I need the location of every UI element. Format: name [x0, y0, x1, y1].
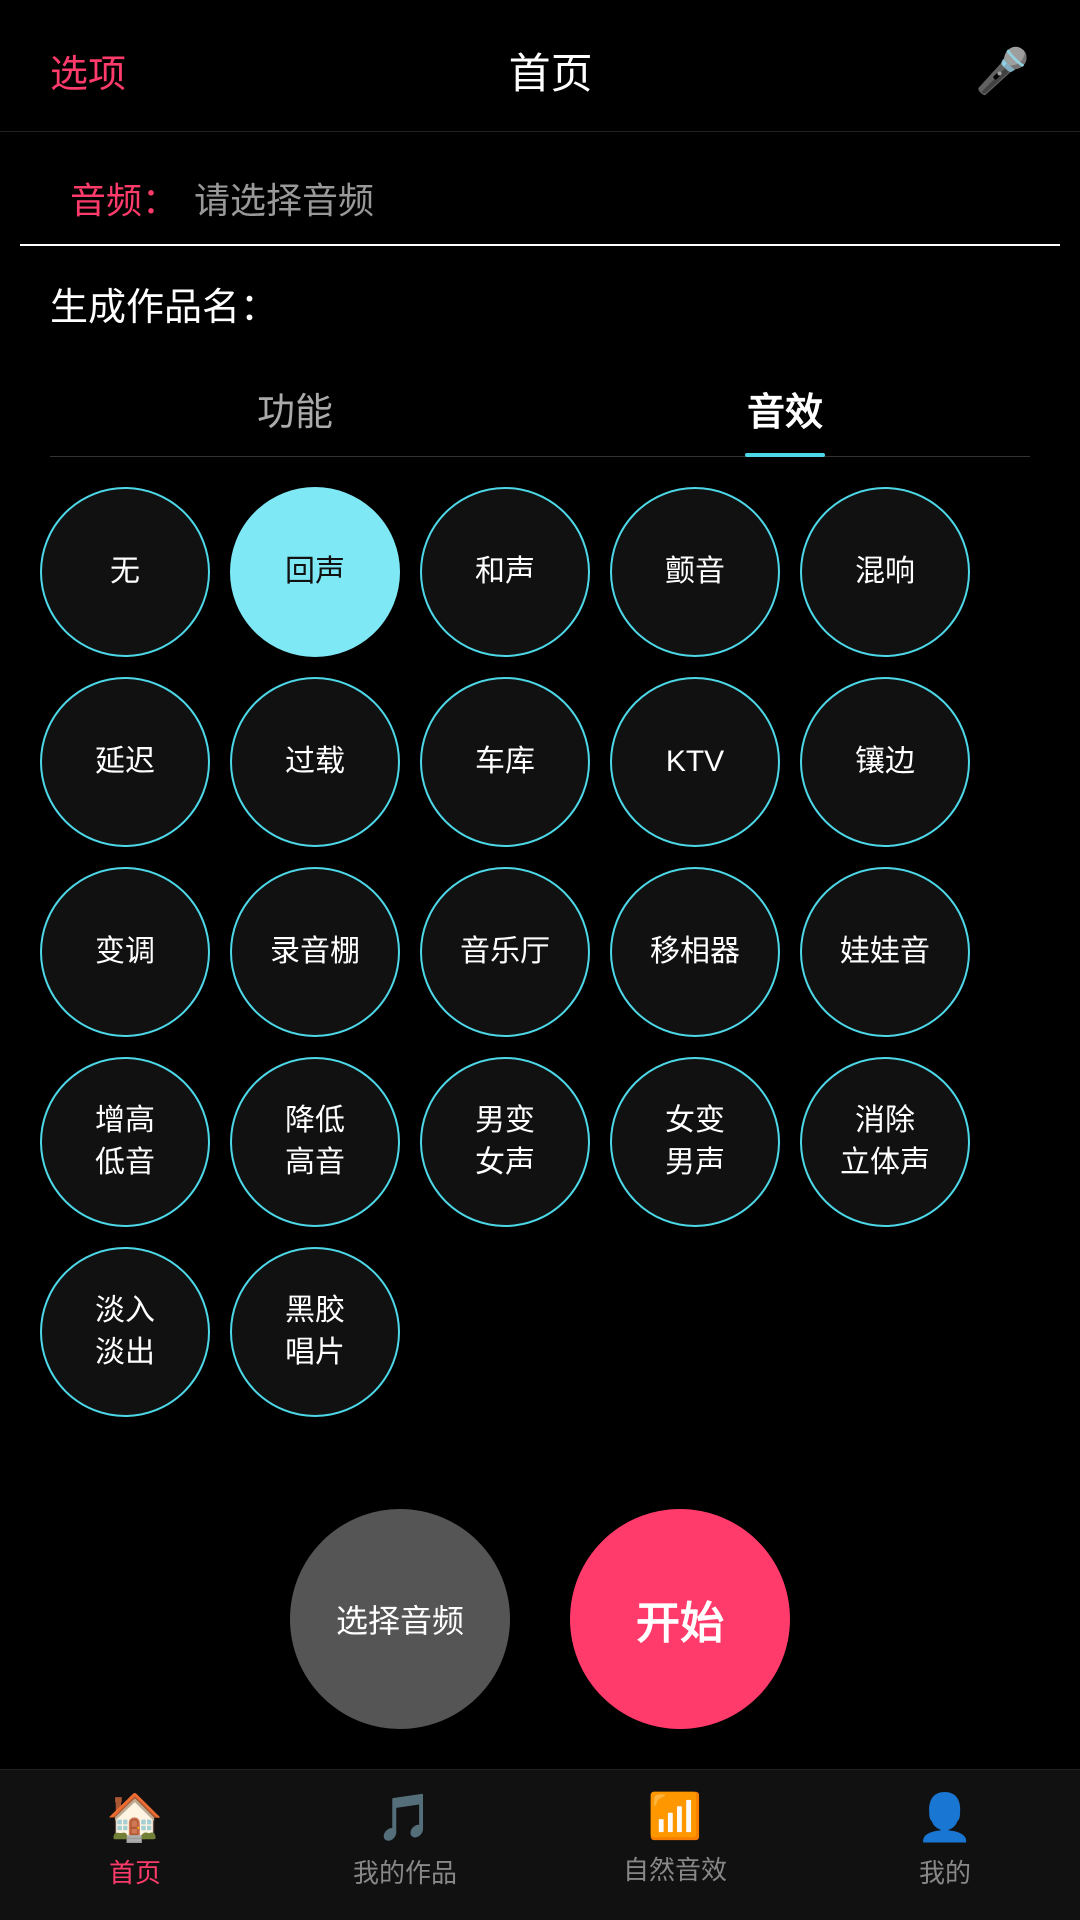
- effect-overdrive[interactable]: 过载: [230, 677, 400, 847]
- home-icon: 🏠: [106, 1790, 163, 1845]
- nav-home[interactable]: 🏠 首页: [0, 1790, 270, 1890]
- nature-icon: 📶: [648, 1790, 703, 1842]
- effect-border[interactable]: 镶边: [800, 677, 970, 847]
- mic-icon[interactable]: 🎤: [975, 45, 1030, 97]
- effect-reverb[interactable]: 混响: [800, 487, 970, 657]
- options-button[interactable]: 选项: [50, 43, 126, 98]
- audio-placeholder: 请选择音频: [194, 172, 374, 224]
- nav-home-label: 首页: [109, 1853, 161, 1890]
- bottom-nav: 🏠 首页 🎵 我的作品 📶 自然音效 👤 我的: [0, 1769, 1080, 1920]
- effects-row-5: 淡入 淡出 黑胶 唱片: [40, 1247, 1040, 1417]
- tab-effects[interactable]: 音效: [540, 361, 1030, 456]
- action-row: 选择音频 开始: [0, 1469, 1080, 1769]
- effect-remove-stereo[interactable]: 消除 立体声: [800, 1057, 970, 1227]
- nav-mine[interactable]: 👤 我的: [810, 1790, 1080, 1890]
- effects-row-1: 无 回声 和声 颤音 混响: [40, 487, 1040, 657]
- effect-delay[interactable]: 延迟: [40, 677, 210, 847]
- effect-baby[interactable]: 娃娃音: [800, 867, 970, 1037]
- effect-studio[interactable]: 录音棚: [230, 867, 400, 1037]
- effects-row-2: 延迟 过载 车库 KTV 镶边: [40, 677, 1040, 847]
- effect-vinyl[interactable]: 黑胶 唱片: [230, 1247, 400, 1417]
- effect-tremolo[interactable]: 颤音: [610, 487, 780, 657]
- effect-fade[interactable]: 淡入 淡出: [40, 1247, 210, 1417]
- audio-selector-row[interactable]: 音频： 请选择音频: [20, 132, 1060, 246]
- mine-icon: 👤: [916, 1790, 973, 1845]
- effect-lower-treble[interactable]: 降低 高音: [230, 1057, 400, 1227]
- effect-phaser[interactable]: 移相器: [610, 867, 780, 1037]
- header: 选项 首页 🎤: [0, 0, 1080, 132]
- nav-works-label: 我的作品: [353, 1853, 457, 1890]
- effect-harmony[interactable]: 和声: [420, 487, 590, 657]
- effect-pitch[interactable]: 变调: [40, 867, 210, 1037]
- tabs-container: 功能 音效: [50, 361, 1030, 457]
- select-audio-button[interactable]: 选择音频: [290, 1509, 510, 1729]
- nav-works[interactable]: 🎵 我的作品: [270, 1790, 540, 1890]
- effect-none[interactable]: 无: [40, 487, 210, 657]
- works-icon: 🎵: [376, 1790, 433, 1845]
- effects-grid: 无 回声 和声 颤音 混响 延迟 过载 车库 KTV 镶边 变调 录音棚 音乐厅…: [0, 457, 1080, 1469]
- audio-label: 音频：: [70, 172, 178, 224]
- effect-male-to-female[interactable]: 男变 女声: [420, 1057, 590, 1227]
- start-button[interactable]: 开始: [570, 1509, 790, 1729]
- effect-echo[interactable]: 回声: [230, 487, 400, 657]
- effect-ktv[interactable]: KTV: [610, 677, 780, 847]
- effect-female-to-male[interactable]: 女变 男声: [610, 1057, 780, 1227]
- effects-row-4: 增高 低音 降低 高音 男变 女声 女变 男声 消除 立体声: [40, 1057, 1040, 1227]
- effects-row-3: 变调 录音棚 音乐厅 移相器 娃娃音: [40, 867, 1040, 1037]
- nav-nature-label: 自然音效: [623, 1850, 727, 1887]
- work-name-label: 生成作品名：: [0, 246, 1080, 351]
- nav-nature[interactable]: 📶 自然音效: [540, 1790, 810, 1890]
- page-title: 首页: [509, 40, 593, 101]
- effect-garage[interactable]: 车库: [420, 677, 590, 847]
- nav-mine-label: 我的: [919, 1853, 971, 1890]
- tab-func[interactable]: 功能: [50, 361, 540, 456]
- effect-boost-bass[interactable]: 增高 低音: [40, 1057, 210, 1227]
- effect-hall[interactable]: 音乐厅: [420, 867, 590, 1037]
